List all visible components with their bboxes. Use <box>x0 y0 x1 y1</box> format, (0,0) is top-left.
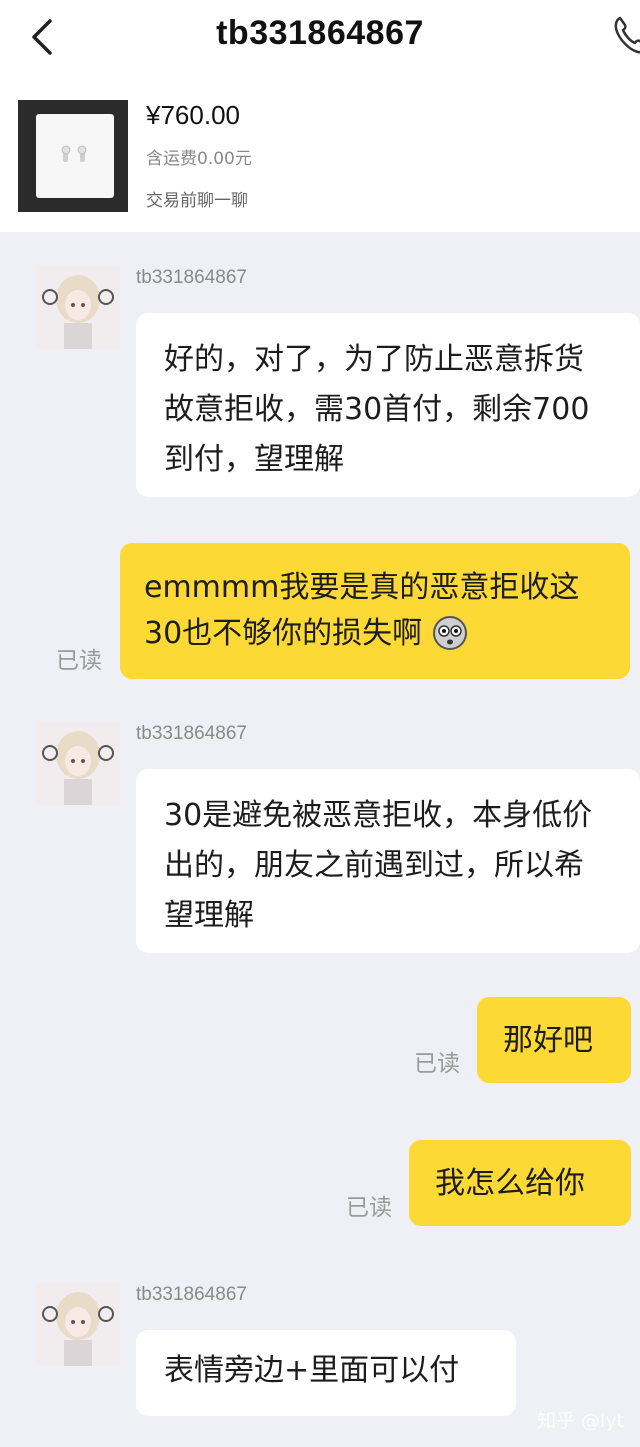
shipping-fee: 含运费0.00元 <box>146 149 252 169</box>
read-status: 已读 <box>414 1051 460 1077</box>
message-bubble: 我怎么给你 <box>409 1140 631 1226</box>
message-text: emmmm我要是真的恶意拒收这30也不够你的损失啊 <box>144 570 580 651</box>
message-bubble: 30是避免被恶意拒收，本身低价出的，朋友之前遇到过，所以希望理解 <box>136 769 640 953</box>
chat-prompt: 交易前聊一聊 <box>146 191 248 211</box>
product-price: ¥760.00 <box>146 100 240 130</box>
avatar[interactable] <box>36 265 120 349</box>
product-thumbnail[interactable] <box>18 100 128 212</box>
phone-icon <box>614 16 640 54</box>
shocked-face-icon <box>432 616 467 650</box>
watermark: 知乎 @lyt <box>537 1410 625 1432</box>
message-bubble: 好的，对了，为了防止恶意拆货故意拒收，需30首付，剩余700到付，望理解 <box>136 313 640 497</box>
sender-name: tb331864867 <box>136 1284 247 1305</box>
message-bubble: emmmm我要是真的恶意拒收这30也不够你的损失啊 <box>120 543 630 679</box>
sender-name: tb331864867 <box>136 267 247 288</box>
read-status: 已读 <box>56 648 102 674</box>
call-button[interactable] <box>610 10 640 56</box>
sender-name: tb331864867 <box>136 723 247 744</box>
product-card[interactable]: ¥760.00 含运费0.00元 交易前聊一聊 <box>18 100 618 212</box>
read-status: 已读 <box>346 1195 392 1221</box>
earbuds-box-image <box>36 114 114 198</box>
message-bubble: 那好吧 <box>477 997 631 1083</box>
avatar[interactable] <box>36 1282 120 1366</box>
page-title: tb331864867 <box>216 14 424 52</box>
avatar[interactable] <box>36 721 120 805</box>
chat-header: tb331864867 ¥760.00 含运费0.00元 交易前聊一聊 <box>0 0 640 232</box>
message-bubble: 表情旁边+里面可以付 <box>136 1330 516 1416</box>
